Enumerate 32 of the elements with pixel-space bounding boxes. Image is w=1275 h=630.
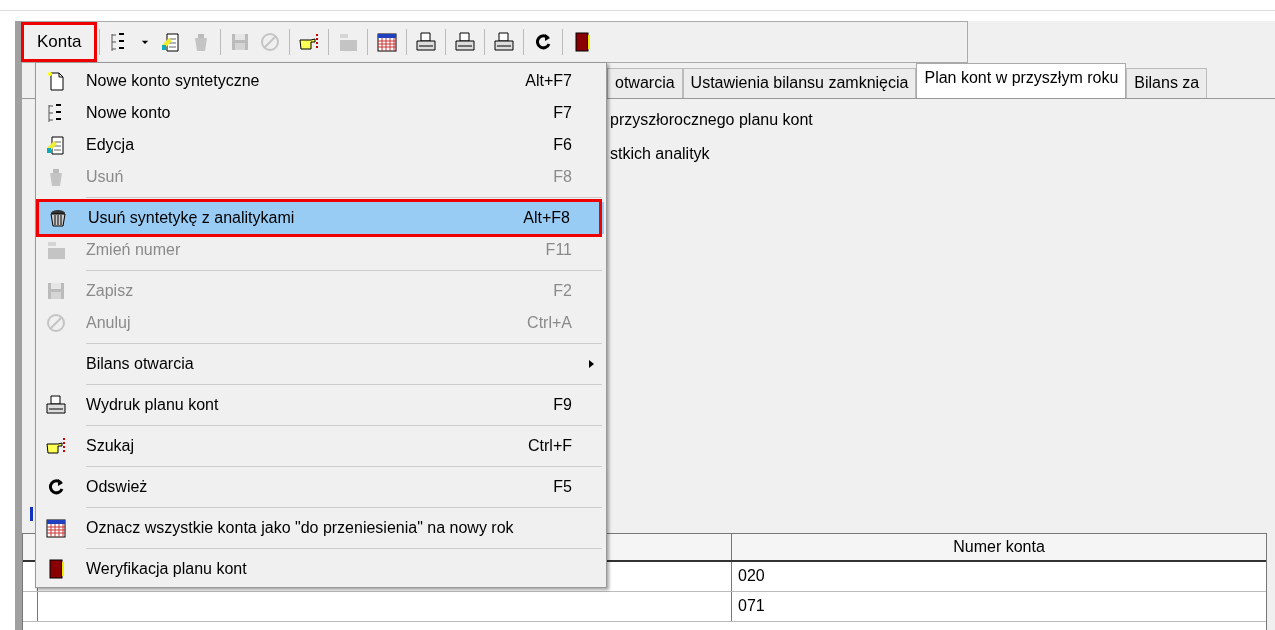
menu-item[interactable]: Edycja F6	[36, 129, 606, 161]
calendar-icon	[45, 517, 67, 539]
menu-item[interactable]: Nowe konto F7	[36, 97, 606, 129]
menu-button[interactable]: Konta	[27, 28, 92, 56]
calendar-icon[interactable]	[376, 31, 399, 53]
tab[interactable]: Ustawienia bilansu zamknięcia	[682, 68, 917, 98]
menu-item[interactable]: Wydruk planu kont F9	[36, 389, 606, 421]
menu-item[interactable]: Oznacz wszystkie konta jako "do przeniesienia" na nowy rok	[36, 512, 606, 544]
table-cell-text: 071	[737, 596, 766, 616]
folder-icon	[45, 239, 67, 261]
printer-icon[interactable]	[493, 31, 516, 53]
tab[interactable]: Bilans za	[1126, 68, 1208, 98]
cancel-icon	[45, 312, 67, 334]
menu-item[interactable]: Nowe konto syntetyczne Alt+F7	[36, 65, 606, 97]
printer-icon	[45, 394, 67, 416]
printer-icon[interactable]	[415, 31, 438, 53]
menu-item[interactable]: Odswież F5	[36, 471, 606, 503]
menu-item[interactable]: Bilans otwarcia	[36, 348, 606, 380]
option-label: przyszłorocznego planu kont	[610, 111, 814, 129]
column-header: Numer konta	[952, 537, 1046, 557]
marker-icon	[30, 507, 33, 521]
printer-icon[interactable]	[454, 31, 477, 53]
edit-document-icon	[45, 134, 67, 156]
menu-item[interactable]: Usuń syntetykę z analitykami Alt+F8	[38, 202, 604, 234]
tab[interactable]: Plan kont w przyszłym roku	[916, 63, 1127, 98]
option-label: stkich analityk	[610, 145, 711, 163]
menu-item[interactable]: Szukaj Ctrl+F	[36, 430, 606, 462]
table-cell-text: 020	[737, 566, 766, 586]
basket-icon	[47, 207, 69, 229]
menu-item[interactable]: Weryfikacja planu kont	[36, 553, 606, 585]
tab[interactable]: otwarcia	[607, 68, 683, 98]
document-icon	[45, 70, 67, 92]
